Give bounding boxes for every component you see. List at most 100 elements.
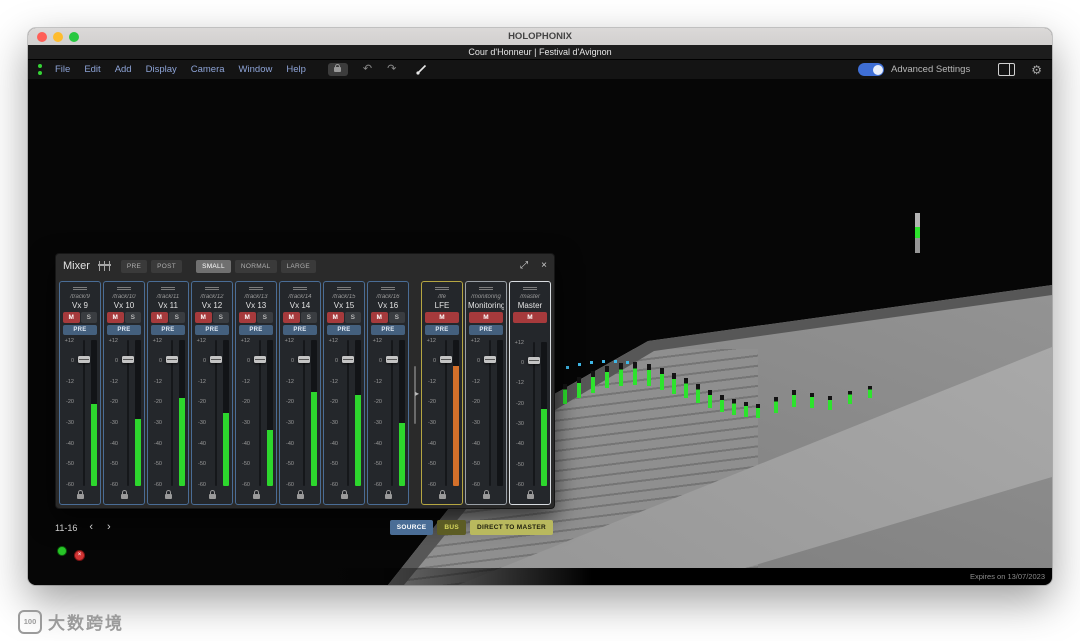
strip-drag-handle[interactable]: [282, 284, 318, 294]
size-small-button[interactable]: SMALL: [196, 259, 231, 273]
fader-knob[interactable]: [77, 355, 90, 363]
close-window-button[interactable]: [37, 31, 47, 42]
fader-knob[interactable]: [439, 355, 452, 363]
filter-source-button[interactable]: SOURCE: [389, 520, 434, 535]
channel-strip[interactable]: /track/10 Vx 10 M S PRE +12 0 -12 -20 -30 -40…: [103, 281, 145, 505]
advanced-settings-toggle[interactable]: [858, 63, 884, 76]
mute-button[interactable]: M: [239, 311, 256, 323]
page-next-icon[interactable]: ›: [107, 522, 111, 533]
fader-knob[interactable]: [297, 355, 310, 363]
strip-drag-handle[interactable]: [106, 284, 142, 294]
strip-drag-handle[interactable]: [62, 284, 98, 294]
fader-track[interactable]: [384, 338, 399, 489]
strip-lock-button[interactable]: [62, 489, 98, 503]
mute-button[interactable]: M: [371, 311, 388, 323]
solo-button[interactable]: S: [124, 311, 141, 323]
strip-drag-handle[interactable]: [424, 284, 460, 294]
menu-window[interactable]: Window: [239, 64, 273, 75]
menu-help[interactable]: Help: [286, 64, 306, 75]
solo-button[interactable]: S: [300, 311, 317, 323]
panels-layout-icon[interactable]: [998, 63, 1016, 76]
channel-strip[interactable]: /track/11 Vx 11 M S PRE +12 0 -12 -20 -30 -40…: [147, 281, 189, 505]
solo-button[interactable]: S: [388, 311, 405, 323]
bus-strip[interactable]: /lfe LFE M PRE +12 0 -12 -20 -30 -40 -50 -60: [421, 281, 463, 505]
pre-button[interactable]: PRE: [63, 324, 97, 335]
gear-icon[interactable]: ⚙: [1031, 64, 1042, 76]
titlebar[interactable]: HOLOPHONIX: [28, 28, 1052, 45]
undo-icon[interactable]: ↶: [363, 64, 372, 75]
pre-button[interactable]: PRE: [469, 324, 503, 335]
channel-strip[interactable]: /track/16 Vx 16 M S PRE +12 0 -12 -20 -30 -40…: [367, 281, 409, 505]
strip-lock-button[interactable]: [282, 489, 318, 503]
fader-track[interactable]: [340, 338, 355, 489]
post-toggle-button[interactable]: POST: [151, 259, 183, 273]
strip-drag-handle[interactable]: [468, 284, 504, 294]
strip-lock-button[interactable]: [424, 489, 460, 503]
strip-lock-button[interactable]: [512, 489, 548, 503]
expand-icon[interactable]: ⤢: [520, 261, 528, 271]
solo-button[interactable]: S: [212, 311, 229, 323]
pre-button[interactable]: PRE: [327, 324, 361, 335]
channel-strip[interactable]: /track/9 Vx 9 M S PRE +12 0 -12 -20 -30 -40 -5…: [59, 281, 101, 505]
fader-track[interactable]: [76, 338, 91, 489]
solo-button[interactable]: S: [256, 311, 273, 323]
strip-drag-handle[interactable]: [370, 284, 406, 294]
fader-track[interactable]: [208, 338, 223, 489]
fader-knob[interactable]: [527, 357, 540, 365]
solo-button[interactable]: S: [80, 311, 97, 323]
fader-knob[interactable]: [483, 355, 496, 363]
fader-track[interactable]: [296, 338, 311, 489]
strip-drag-handle[interactable]: [512, 284, 548, 294]
strip-lock-button[interactable]: [370, 489, 406, 503]
filter-bus-button[interactable]: BUS: [437, 520, 467, 535]
mute-button[interactable]: M: [107, 311, 124, 323]
pre-button[interactable]: PRE: [151, 324, 185, 335]
menu-edit[interactable]: Edit: [84, 64, 100, 75]
solo-button[interactable]: S: [168, 311, 185, 323]
close-icon[interactable]: ×: [541, 261, 547, 271]
fader-track[interactable]: [438, 338, 453, 489]
fader-track[interactable]: [252, 338, 267, 489]
strip-lock-button[interactable]: [468, 489, 504, 503]
picker-tool-icon[interactable]: [415, 63, 428, 76]
pre-button[interactable]: PRE: [107, 324, 141, 335]
lock-button[interactable]: [327, 63, 348, 76]
mute-button[interactable]: M: [469, 311, 503, 323]
channel-strip[interactable]: /track/15 Vx 15 M S PRE +12 0 -12 -20 -30 -40…: [323, 281, 365, 505]
mute-button[interactable]: M: [151, 311, 168, 323]
fader-knob[interactable]: [209, 355, 222, 363]
channel-strip[interactable]: /track/13 Vx 13 M S PRE +12 0 -12 -20 -30 -40…: [235, 281, 277, 505]
strip-drag-handle[interactable]: [238, 284, 274, 294]
redo-icon[interactable]: ↷: [387, 64, 396, 75]
scene-source-marker-red[interactable]: ×: [74, 550, 85, 561]
menu-add[interactable]: Add: [115, 64, 132, 75]
pre-button[interactable]: PRE: [195, 324, 229, 335]
strip-drag-handle[interactable]: [326, 284, 362, 294]
fader-track[interactable]: [164, 338, 179, 489]
fader-knob[interactable]: [121, 355, 134, 363]
filter-direct-to-master-button[interactable]: DIRECT TO MASTER: [470, 520, 553, 535]
fader-knob[interactable]: [385, 355, 398, 363]
strip-lock-button[interactable]: [194, 489, 230, 503]
pre-toggle-button[interactable]: PRE: [120, 259, 148, 273]
menu-display[interactable]: Display: [146, 64, 177, 75]
solo-button[interactable]: S: [344, 311, 361, 323]
fader-track[interactable]: [482, 338, 497, 489]
scroll-right-icon[interactable]: ▸: [415, 389, 419, 398]
channel-strip[interactable]: /track/14 Vx 14 M S PRE +12 0 -12 -20 -30 -40…: [279, 281, 321, 505]
menu-file[interactable]: File: [55, 64, 70, 75]
strip-lock-button[interactable]: [106, 489, 142, 503]
mute-button[interactable]: M: [283, 311, 300, 323]
pre-button[interactable]: PRE: [425, 324, 459, 335]
fader-knob[interactable]: [341, 355, 354, 363]
mixer-scrollbar[interactable]: ▸: [409, 281, 421, 505]
strip-lock-button[interactable]: [238, 489, 274, 503]
pre-button[interactable]: PRE: [283, 324, 317, 335]
mute-button[interactable]: M: [63, 311, 80, 323]
menu-camera[interactable]: Camera: [191, 64, 225, 75]
bus-strip[interactable]: /monitoring Monitoring M PRE +12 0 -12 -20 -…: [465, 281, 507, 505]
size-normal-button[interactable]: NORMAL: [234, 259, 277, 273]
fader-track[interactable]: [526, 340, 541, 489]
3d-viewport[interactable]: Expires on 13/07/2023 Mixer PRE POST SMA…: [28, 79, 1052, 585]
strip-lock-button[interactable]: [326, 489, 362, 503]
